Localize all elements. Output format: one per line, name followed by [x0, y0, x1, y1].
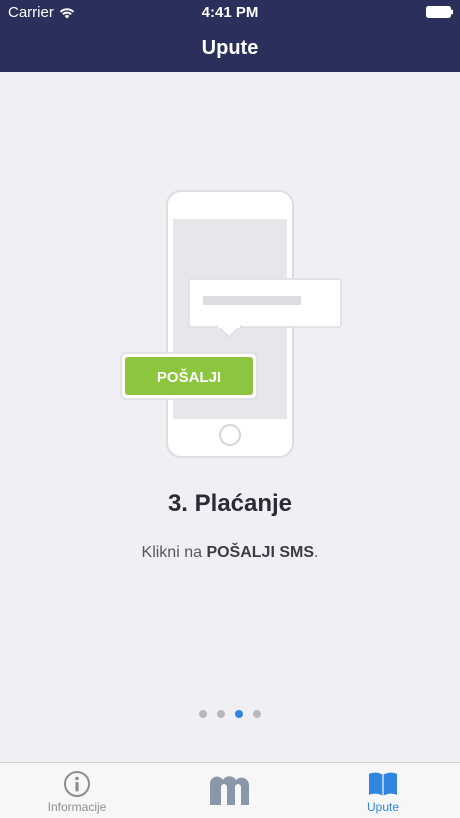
tab-upute[interactable]: Upute	[338, 763, 428, 818]
page-dot[interactable]	[217, 710, 225, 718]
phone-illustration: POŠALJI	[120, 190, 342, 458]
send-button-illustration: POŠALJI	[120, 352, 258, 400]
step-title: 3. Plaćanje	[167, 490, 293, 517]
m-logo-icon	[210, 776, 249, 805]
page-dot-active[interactable]	[235, 710, 243, 718]
tab-bar: Informacije Upute	[0, 762, 460, 818]
book-icon	[369, 772, 397, 796]
page-dot[interactable]	[199, 710, 207, 718]
step-description-prefix: Klikni na	[141, 544, 207, 561]
send-button-label: POŠALJI	[157, 368, 221, 386]
step-description-bold: POŠALJI SMS	[206, 544, 315, 561]
clock: 4:41 PM	[201, 4, 259, 21]
onboarding-slide[interactable]: POŠALJI 3. Plaćanje Klikni na POŠALJI SM…	[0, 72, 460, 762]
navigation-bar: Upute	[0, 24, 460, 72]
battery-icon	[426, 6, 453, 18]
status-bar: Carrier 4:41 PM	[0, 0, 460, 24]
page-dot[interactable]	[253, 710, 261, 718]
page-indicator[interactable]	[0, 710, 460, 718]
phone-home-button	[219, 424, 241, 446]
tab-informacije[interactable]: Informacije	[32, 763, 122, 818]
page-title: Upute	[201, 36, 259, 59]
step-description: Klikni na POŠALJI SMS.	[0, 544, 460, 562]
tab-upute-label: Upute	[366, 800, 400, 814]
step-description-suffix: .	[314, 544, 319, 561]
info-icon	[64, 771, 90, 797]
tab-home[interactable]	[195, 763, 265, 818]
tab-informacije-label: Informacije	[47, 800, 107, 814]
